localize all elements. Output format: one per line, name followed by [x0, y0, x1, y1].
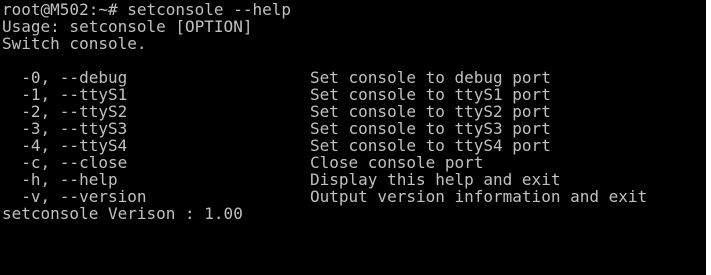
option-flag: -0, --debug — [2, 68, 128, 87]
option-flag: -4, --ttyS4 — [2, 136, 128, 155]
option-flag: -2, --ttyS2 — [2, 102, 128, 121]
window-edge — [706, 0, 711, 275]
option-flag: -v, --version — [2, 187, 147, 206]
option-description: Set console to ttyS3 port — [310, 119, 551, 138]
option-row-ttys2: -2, --ttyS2 Set console to ttyS2 port — [2, 103, 706, 120]
option-row-version: -v, --version Output version information… — [2, 188, 706, 205]
option-row-help: -h, --help Display this help and exit — [2, 171, 706, 188]
command-prompt-line: root@M502:~# setconsole --help — [2, 0, 291, 19]
option-description: Close console port — [310, 153, 484, 172]
option-row-debug: -0, --debug Set console to debug port — [2, 69, 706, 86]
option-description: Set console to ttyS4 port — [310, 136, 551, 155]
option-flag: -1, --ttyS1 — [2, 85, 128, 104]
option-description: Set console to ttyS2 port — [310, 102, 551, 121]
option-row-ttys3: -3, --ttyS3 Set console to ttyS3 port — [2, 120, 706, 137]
option-flag: -h, --help — [2, 170, 118, 189]
option-description: Display this help and exit — [310, 170, 561, 189]
summary-line: Switch console. — [2, 34, 147, 53]
option-flag: -3, --ttyS3 — [2, 119, 128, 138]
option-description: Set console to debug port — [310, 68, 551, 87]
option-row-ttys4: -4, --ttyS4 Set console to ttyS4 port — [2, 137, 706, 154]
option-description: Set console to ttyS1 port — [310, 85, 551, 104]
version-line: setconsole Verison : 1.00 — [2, 204, 243, 223]
terminal-window[interactable]: root@M502:~# setconsole --help Usage: se… — [0, 0, 706, 275]
usage-line: Usage: setconsole [OPTION] — [2, 17, 253, 36]
option-description: Output version information and exit — [310, 187, 648, 206]
option-flag: -c, --close — [2, 153, 128, 172]
option-row-ttys1: -1, --ttyS1 Set console to ttyS1 port — [2, 86, 706, 103]
option-row-close: -c, --close Close console port — [2, 154, 706, 171]
